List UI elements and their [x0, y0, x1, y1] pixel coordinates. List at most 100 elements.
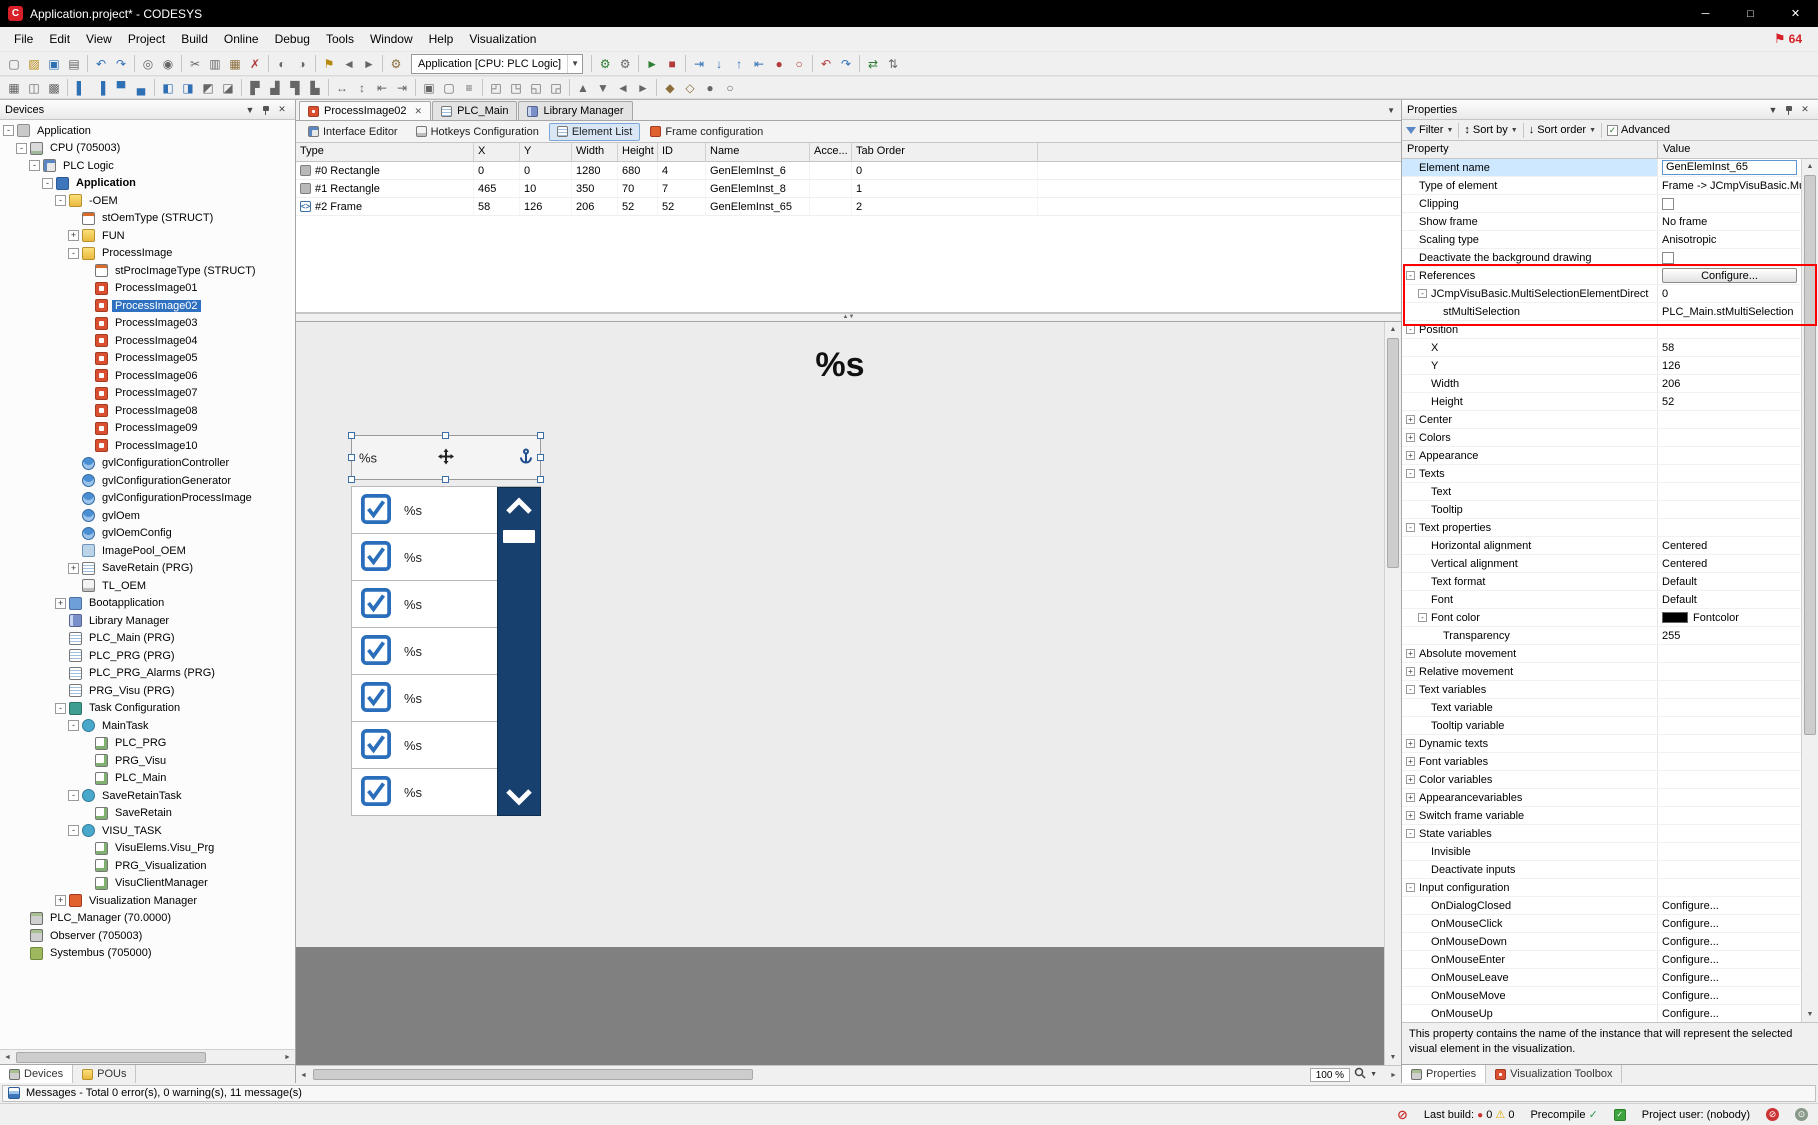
property-row-clipping[interactable]: Clipping	[1402, 195, 1818, 213]
property-row-type-of-element[interactable]: Type of elementFrame -> JCmpVisuBasic.Mu…	[1402, 177, 1818, 195]
property-row-y[interactable]: Y126	[1402, 357, 1818, 375]
property-value[interactable]	[1658, 681, 1801, 698]
login-icon[interactable]: ⇄	[863, 54, 883, 73]
chevron-down-icon[interactable]: ▼	[1370, 1071, 1377, 1078]
tree-item-processimage01[interactable]: ProcessImage01	[0, 280, 295, 298]
property-value[interactable]: 126	[1658, 357, 1801, 374]
property-row-references[interactable]: -ReferencesConfigure...	[1402, 267, 1818, 285]
property-value[interactable]	[1658, 519, 1801, 536]
tree-item-gvlconfigurationcontroller[interactable]: gvlConfigurationController	[0, 455, 295, 473]
tree-item-processimage[interactable]: -ProcessImage	[0, 245, 295, 263]
anchor-icon[interactable]	[520, 448, 532, 467]
collapse-icon[interactable]: -	[1406, 325, 1415, 334]
tree-item-processimage03[interactable]: ProcessImage03	[0, 315, 295, 333]
property-row-vertical-alignment[interactable]: Vertical alignmentCentered	[1402, 555, 1818, 573]
property-value[interactable]: Default	[1658, 573, 1801, 590]
property-value[interactable]: Default	[1658, 591, 1801, 608]
property-value[interactable]	[1658, 447, 1801, 464]
background-icon[interactable]: ▩	[44, 78, 64, 97]
collapse-icon[interactable]: -	[1406, 829, 1415, 838]
property-value[interactable]: Configure...	[1658, 267, 1801, 284]
tree-item-stoemtype-struct[interactable]: stOemType (STRUCT)	[0, 210, 295, 228]
next-bookmark-icon[interactable]: ►	[359, 54, 379, 73]
save-icon[interactable]: ▣	[44, 54, 64, 73]
flag-icon[interactable]: ⚑	[1774, 31, 1786, 47]
property-value[interactable]	[1658, 861, 1801, 878]
tree-item-oem[interactable]: --OEM	[0, 192, 295, 210]
column-header-y[interactable]: Y	[520, 143, 572, 161]
bookmark-icon[interactable]: ⚑	[319, 54, 339, 73]
checkbox-checked-icon[interactable]	[361, 635, 391, 668]
tree-item-processimage02[interactable]: ProcessImage02	[0, 297, 295, 315]
tree-item-plc-main[interactable]: PLC_Main	[0, 770, 295, 788]
step-over-icon[interactable]: ⇥	[689, 54, 709, 73]
tab-list-icon[interactable]: ▼	[1387, 106, 1395, 115]
run-to-cursor-icon[interactable]: ⇤	[749, 54, 769, 73]
value-editor[interactable]: GenElemInst_65	[1662, 160, 1797, 175]
scrollbar-thumb[interactable]	[503, 530, 535, 543]
undo-icon[interactable]: ↶	[91, 54, 111, 73]
expand-icon[interactable]: +	[68, 230, 79, 241]
magnifier-icon[interactable]	[1354, 1067, 1366, 1082]
menu-build[interactable]: Build	[173, 29, 216, 49]
menu-project[interactable]: Project	[120, 29, 173, 49]
property-value[interactable]	[1658, 645, 1801, 662]
close-panel-icon[interactable]: ✕	[274, 103, 290, 117]
property-row-onmouseclick[interactable]: OnMouseClickConfigure...	[1402, 915, 1818, 933]
collapse-icon[interactable]: -	[1406, 685, 1415, 694]
reset-warm-icon[interactable]: ↶	[816, 54, 836, 73]
minimize-button[interactable]: ─	[1683, 0, 1728, 27]
property-row-switch-frame-variable[interactable]: +Switch frame variable	[1402, 807, 1818, 825]
bring-forward-icon[interactable]: ▜	[285, 78, 305, 97]
property-row-input-configuration[interactable]: -Input configuration	[1402, 879, 1818, 897]
collapse-icon[interactable]: -	[55, 703, 66, 714]
property-row-show-frame[interactable]: Show frameNo frame	[1402, 213, 1818, 231]
property-value[interactable]: Configure...	[1658, 915, 1801, 932]
pin-icon[interactable]	[1781, 103, 1797, 117]
tree-item-plc-manager-70-0000[interactable]: PLC_Manager (70.0000)	[0, 910, 295, 928]
doc-tab-processimage02[interactable]: ProcessImage02✕	[299, 101, 431, 120]
collapse-icon[interactable]: -	[68, 790, 79, 801]
property-row-dynamic-texts[interactable]: +Dynamic texts	[1402, 735, 1818, 753]
property-value[interactable]: 58	[1658, 339, 1801, 356]
property-column-header[interactable]: Property	[1402, 141, 1658, 158]
resize-handle-w[interactable]	[348, 454, 355, 461]
send-to-back-icon[interactable]: ▟	[265, 78, 285, 97]
property-value[interactable]: 0	[1658, 285, 1801, 302]
new-project-icon[interactable]: ▢	[4, 54, 24, 73]
collapse-icon[interactable]: -	[68, 720, 79, 731]
visu-heading-text[interactable]: %s	[296, 346, 1384, 385]
table-row[interactable]: #0 Rectangle0012806804GenElemInst_60	[296, 162, 1401, 180]
tree-item-processimage10[interactable]: ProcessImage10	[0, 437, 295, 455]
visualization-grid-icon[interactable]: ▦	[4, 78, 24, 97]
subtab-element-list[interactable]: Element List	[549, 123, 641, 141]
order-down-icon[interactable]: ▼	[593, 78, 613, 97]
visualization-canvas[interactable]: %s %s	[296, 322, 1384, 1065]
expand-icon[interactable]: +	[1406, 667, 1415, 676]
stop-icon[interactable]: ■	[662, 54, 682, 73]
breakpoint-icon[interactable]: ●	[769, 54, 789, 73]
distribute-vertical-icon[interactable]: ◪	[218, 78, 238, 97]
property-value[interactable]	[1658, 483, 1801, 500]
devices-horizontal-scrollbar[interactable]: ◄ ►	[0, 1049, 295, 1064]
checkbox-checked-icon[interactable]	[361, 682, 391, 715]
menu-help[interactable]: Help	[421, 29, 462, 49]
column-header-acce[interactable]: Acce...	[810, 143, 852, 161]
property-value[interactable]: Configure...	[1658, 933, 1801, 950]
order-up-icon[interactable]: ▲	[573, 78, 593, 97]
tree-item-cpu-705003[interactable]: -CPU (705003)	[0, 140, 295, 158]
center-horizontal-icon[interactable]: ◧	[158, 78, 178, 97]
tab-devices[interactable]: Devices	[0, 1065, 73, 1083]
column-header-height[interactable]: Height	[618, 143, 658, 161]
property-row-font-variables[interactable]: +Font variables	[1402, 753, 1818, 771]
menu-edit[interactable]: Edit	[41, 29, 78, 49]
expand-icon[interactable]: +	[68, 563, 79, 574]
property-row-onmouseup[interactable]: OnMouseUpConfigure...	[1402, 1005, 1818, 1022]
tree-item-application[interactable]: -Application	[0, 175, 295, 193]
property-row-text-variables[interactable]: -Text variables	[1402, 681, 1818, 699]
flip-horizontal-icon[interactable]: ◱	[526, 78, 546, 97]
collapse-icon[interactable]: -	[1406, 469, 1415, 478]
rotate-right-icon[interactable]: ◳	[506, 78, 526, 97]
collapse-icon[interactable]: -	[3, 125, 14, 136]
property-value[interactable]: Fontcolor	[1658, 609, 1801, 626]
